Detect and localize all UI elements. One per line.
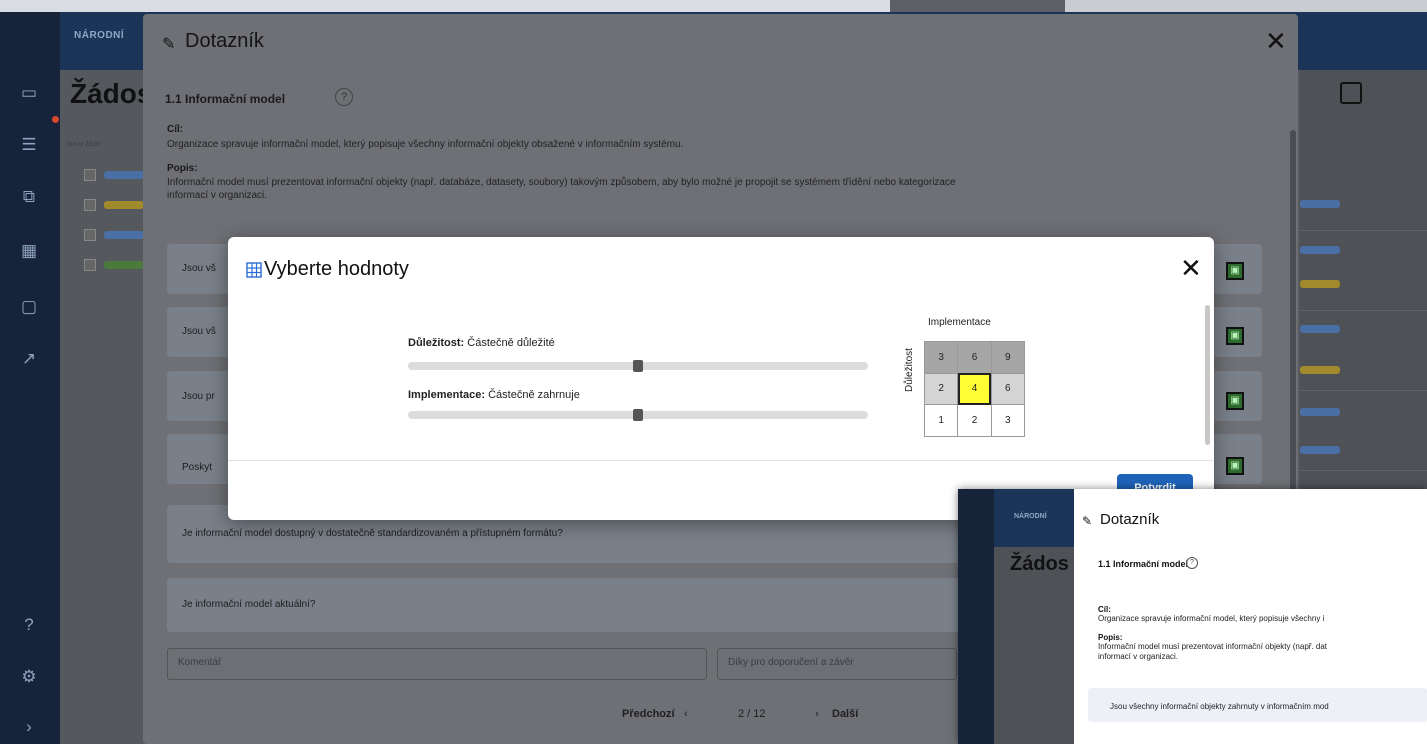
next-button[interactable]: Další xyxy=(832,708,858,720)
matrix-cell[interactable]: 9 xyxy=(990,341,1026,374)
layout-toggle-icon[interactable] xyxy=(1340,82,1362,104)
help-icon[interactable]: ? xyxy=(335,88,353,106)
chart-icon[interactable]: ↗ xyxy=(18,348,40,370)
matrix-cell[interactable]: 2 xyxy=(957,404,992,437)
inset-page-title: Žádos xyxy=(1010,553,1069,575)
org-icon[interactable]: ⧉ xyxy=(18,186,40,208)
comment-input[interactable]: Komentář xyxy=(167,648,707,680)
section-title: 1.1 Informační model xyxy=(165,92,286,106)
page-title: Žádos xyxy=(70,78,153,109)
inset-desc-label: Popis: xyxy=(1098,633,1123,642)
help-icon[interactable]: ? xyxy=(18,614,40,636)
document-icon[interactable]: ▢ xyxy=(18,296,40,318)
inset-desc-text-2: informací v organizaci. xyxy=(1098,652,1179,661)
answer-badge[interactable]: ▣ xyxy=(1226,262,1244,280)
matrix-row-header: Důležitost xyxy=(904,348,915,392)
calendar-icon[interactable]: ▭ xyxy=(18,82,40,104)
implementation-slider-thumb[interactable] xyxy=(633,409,643,421)
modal-scrollbar[interactable] xyxy=(1205,305,1210,445)
status-pill xyxy=(1300,280,1340,288)
expand-icon[interactable]: › xyxy=(18,716,40,738)
status-chip xyxy=(104,261,144,269)
filter-checkbox[interactable] xyxy=(84,229,96,241)
question-text: Jsou vš xyxy=(182,326,216,337)
filter-checkbox[interactable] xyxy=(84,259,96,271)
filter-checkbox[interactable] xyxy=(84,169,96,181)
matrix-cell-selected[interactable]: 4 xyxy=(957,372,992,406)
inset-dialog-title: Dotazník xyxy=(1100,511,1160,528)
filter-checkbox[interactable] xyxy=(84,199,96,211)
browser-top-strip xyxy=(0,0,890,12)
status-pill xyxy=(1300,366,1340,374)
matrix-cell[interactable]: 6 xyxy=(990,372,1026,406)
status-chip xyxy=(104,231,144,239)
requests-icon[interactable]: ☰ xyxy=(18,134,40,156)
goal-label: Cíl: xyxy=(167,124,184,135)
inset-goal-label: Cíl: xyxy=(1098,605,1111,614)
matrix-cell[interactable]: 1 xyxy=(923,404,959,437)
chevron-right-icon[interactable]: › xyxy=(815,708,819,720)
matrix-cell[interactable]: 2 xyxy=(923,372,959,406)
answer-badge[interactable]: ▣ xyxy=(1226,457,1244,475)
question-text: Je informační model aktuální? xyxy=(182,599,316,610)
matrix-cell[interactable]: 3 xyxy=(990,404,1026,437)
status-pill xyxy=(1300,325,1340,333)
dialog-scrollbar[interactable] xyxy=(1290,130,1296,530)
modal-footer-divider xyxy=(228,460,1214,461)
inset-desc-text: Informační model musí prezentovat inform… xyxy=(1098,642,1327,651)
matrix-column-header: Implementace xyxy=(928,317,991,328)
question-text: Poskyt xyxy=(182,462,213,473)
settings-icon[interactable]: ⚙ xyxy=(18,666,40,688)
apps-icon[interactable]: ▦ xyxy=(18,240,40,262)
status-chip xyxy=(104,171,144,179)
page-indicator: 2 / 12 xyxy=(738,708,766,720)
recommendation-input[interactable]: Díky pro doporučení a závěr xyxy=(717,648,957,680)
description-text: Informační model musí prezentovat inform… xyxy=(167,177,956,188)
status-chip xyxy=(104,201,144,209)
brand-name: NÁRODNÍ xyxy=(74,30,125,41)
app-sidebar: ▭ ☰ ⧉ ▦ ▢ ↗ ? ⚙ › xyxy=(0,12,60,744)
browser-top-strip-right xyxy=(1065,0,1427,12)
inset-help-icon: ? xyxy=(1186,557,1198,569)
notification-dot xyxy=(52,116,59,123)
modal-title: Vyberte hodnoty xyxy=(264,258,409,280)
dialog-title: Dotazník xyxy=(185,30,264,52)
prev-button[interactable]: Předchozí xyxy=(622,708,675,720)
inset-brand: NÁRODNÍ xyxy=(1014,513,1047,520)
status-pill xyxy=(1300,408,1340,416)
filter-label: Stavy žádo xyxy=(66,141,101,148)
inset-pencil-icon: ✎ xyxy=(1082,514,1093,528)
description-text-2: informací v organizaci. xyxy=(167,190,268,201)
status-pill xyxy=(1300,446,1340,454)
pencil-icon: ✎ xyxy=(162,36,176,53)
risk-matrix: 3 6 9 2 4 6 1 2 3 xyxy=(923,341,1026,437)
modal-close-button[interactable]: ✕ xyxy=(1180,255,1202,281)
status-pill xyxy=(1300,200,1340,208)
matrix-cell[interactable]: 3 xyxy=(923,341,959,374)
answer-badge[interactable]: ▣ xyxy=(1226,392,1244,410)
goal-text: Organizace spravuje informační model, kt… xyxy=(167,139,684,150)
inset-left-panel xyxy=(994,547,1074,744)
description-label: Popis: xyxy=(167,163,198,174)
importance-slider-thumb[interactable] xyxy=(633,360,643,372)
inset-sidebar xyxy=(958,489,994,744)
matrix-cell[interactable]: 6 xyxy=(957,341,992,374)
dialog-close-button[interactable]: ✕ xyxy=(1265,28,1287,54)
inset-section-title: 1.1 Informační model xyxy=(1098,559,1189,569)
inset-goal-text: Organizace spravuje informační model, kt… xyxy=(1098,614,1325,623)
question-text: Je informační model dostupný v dostatečn… xyxy=(182,528,563,539)
question-text: Jsou vš xyxy=(182,263,216,274)
question-text: Jsou pr xyxy=(182,391,215,402)
answer-badge[interactable]: ▣ xyxy=(1226,327,1244,345)
grid-icon xyxy=(246,262,262,278)
importance-label: Důležitost: Částečně důležité xyxy=(408,337,555,349)
inset-question-text: Jsou všechny informační objekty zahrnuty… xyxy=(1110,702,1329,711)
chevron-left-icon[interactable]: ‹ xyxy=(684,708,688,720)
status-pill xyxy=(1300,246,1340,254)
implementation-label: Implementace: Částečně zahrnuje xyxy=(408,389,580,401)
